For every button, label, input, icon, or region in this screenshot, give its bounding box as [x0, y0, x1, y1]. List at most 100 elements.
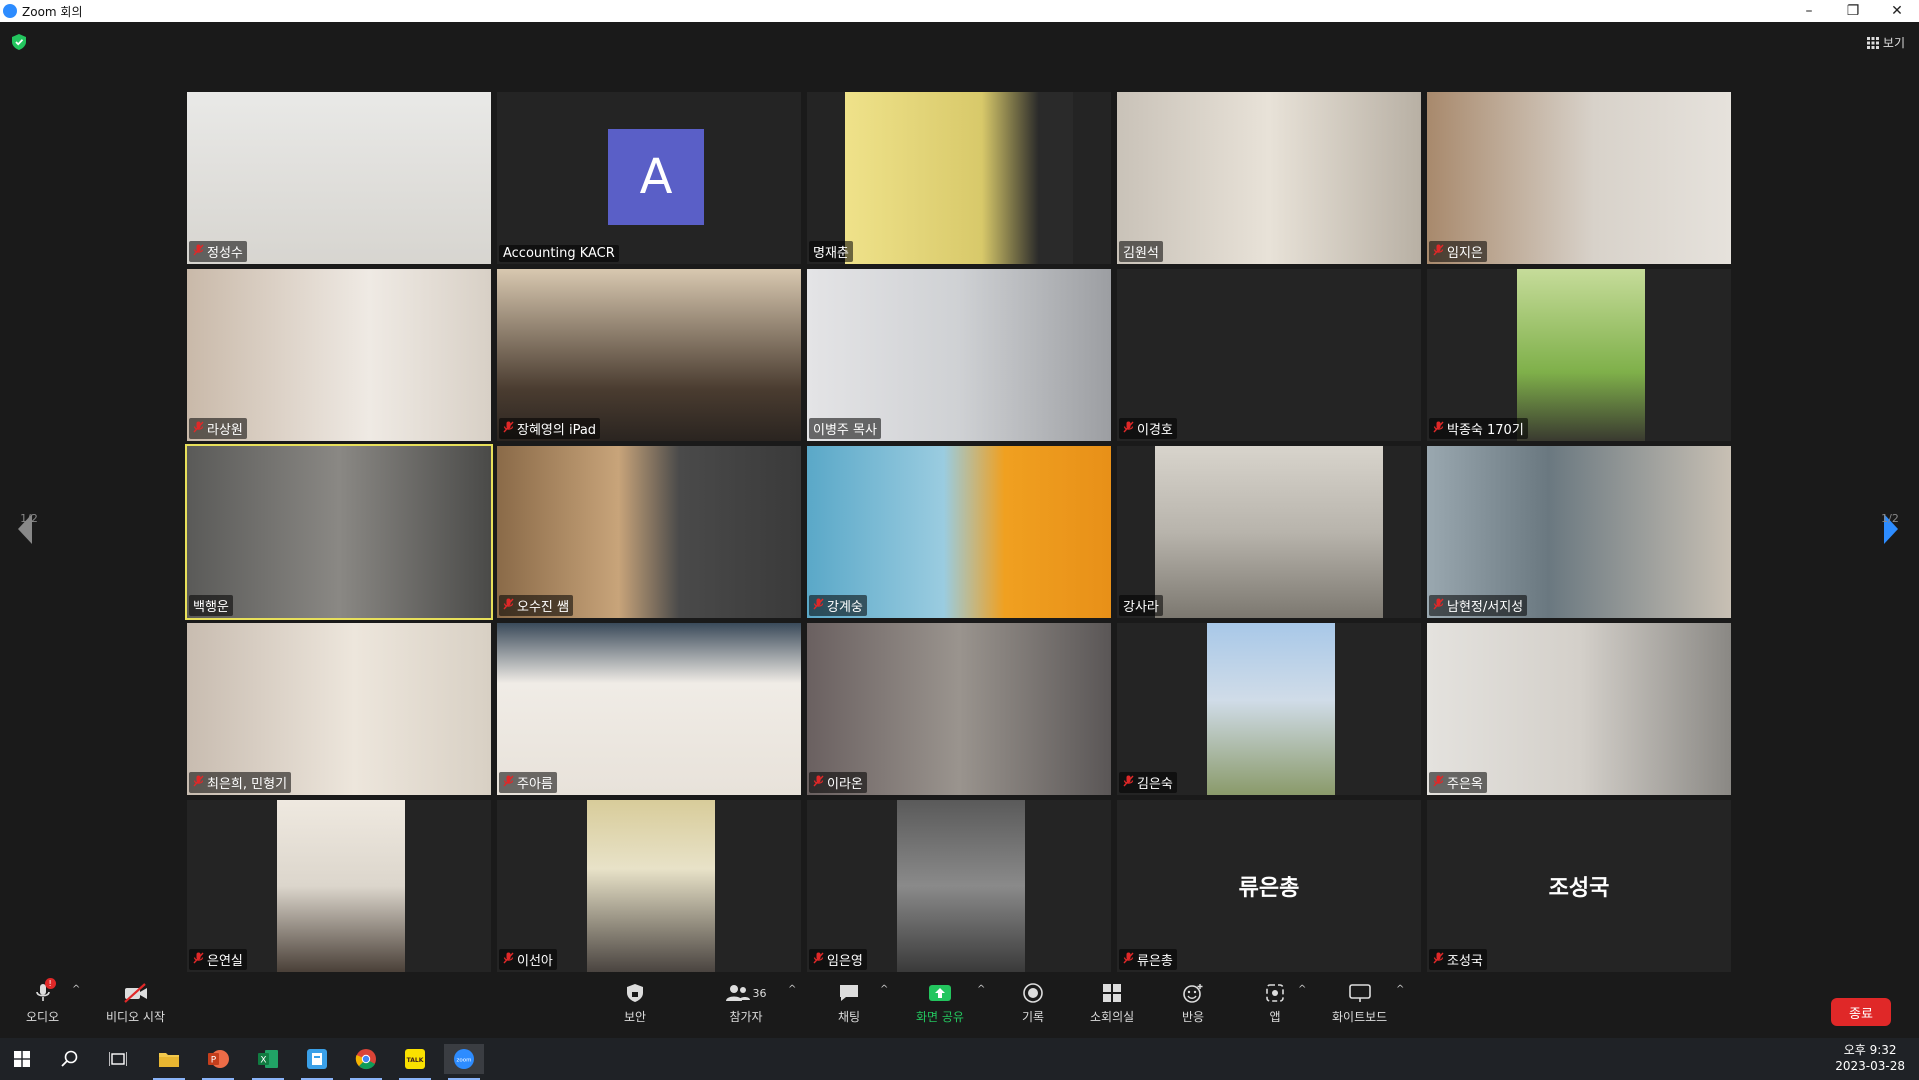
- participant-name: 주아름: [517, 777, 553, 792]
- close-button[interactable]: ✕: [1875, 0, 1919, 22]
- muted-microphone-icon: [193, 421, 204, 437]
- participant-nameplate: 이병주 목사: [809, 418, 881, 439]
- participant-nameplate: 임은영: [809, 949, 867, 970]
- whiteboard-options-caret-icon[interactable]: ^: [1396, 984, 1404, 995]
- participant-tile[interactable]: 이경호: [1117, 269, 1421, 441]
- excel-icon[interactable]: X: [248, 1044, 288, 1080]
- participant-name: 조성국: [1447, 954, 1483, 969]
- participant-nameplate: 김원석: [1119, 241, 1163, 262]
- chat-label: 채팅: [837, 1010, 861, 1024]
- participant-tile[interactable]: 백행운: [185, 444, 493, 620]
- participant-tile[interactable]: 명재춘: [807, 92, 1111, 264]
- share-screen-label: 화면 공유: [916, 1010, 964, 1024]
- audio-options-caret-icon[interactable]: ^: [72, 984, 80, 995]
- muted-microphone-icon: [1433, 598, 1444, 614]
- participants-options-caret-icon[interactable]: ^: [788, 984, 796, 995]
- share-options-caret-icon[interactable]: ^: [977, 984, 985, 995]
- chat-options-caret-icon[interactable]: ^: [880, 984, 888, 995]
- participant-video: [1207, 623, 1335, 795]
- participant-tile[interactable]: 이라온: [807, 623, 1111, 795]
- participant-tile[interactable]: 류은총 류은총: [1117, 800, 1421, 972]
- encryption-shield-icon[interactable]: [12, 34, 26, 50]
- minimize-button[interactable]: –: [1787, 0, 1831, 22]
- participant-name: 김원석: [1123, 246, 1159, 261]
- participant-nameplate: 임지은: [1429, 241, 1487, 262]
- reactions-button[interactable]: 반응: [1180, 982, 1206, 1025]
- system-clock[interactable]: 오후 9:32 2023-03-28: [1835, 1042, 1905, 1074]
- record-button[interactable]: 기록: [1020, 982, 1046, 1025]
- apps-icon: [1262, 982, 1288, 1004]
- participant-name: 이라온: [827, 777, 863, 792]
- start-video-button[interactable]: 비디오 시작: [106, 982, 165, 1025]
- apps-button[interactable]: 앱: [1262, 982, 1288, 1025]
- whiteboard-button[interactable]: 화이트보드: [1332, 982, 1387, 1025]
- participant-video: [187, 269, 491, 441]
- participant-nameplate: 강계숭: [809, 595, 867, 616]
- participant-tile[interactable]: 강계숭: [807, 446, 1111, 618]
- participant-tile[interactable]: 조성국 조성국: [1427, 800, 1731, 972]
- participant-tile[interactable]: A Accounting KACR: [497, 92, 801, 264]
- participant-nameplate: 주은옥: [1429, 772, 1487, 793]
- clock-date: 2023-03-28: [1835, 1059, 1905, 1073]
- participant-nameplate: 조성국: [1429, 949, 1487, 970]
- task-view-icon[interactable]: [98, 1044, 138, 1074]
- participant-tile[interactable]: 라상원: [187, 269, 491, 441]
- kakaotalk-icon[interactable]: TALK: [395, 1044, 435, 1080]
- security-button[interactable]: 보안: [622, 982, 648, 1025]
- chat-button[interactable]: 채팅: [836, 982, 862, 1025]
- participant-tile[interactable]: 은연실: [187, 800, 491, 972]
- page-indicator-right: 1/2: [1881, 512, 1899, 525]
- participant-tile[interactable]: 강사라: [1117, 446, 1421, 618]
- participant-tile[interactable]: 이선아: [497, 800, 801, 972]
- participant-nameplate: 김은숙: [1119, 772, 1177, 793]
- windows-taskbar: P X TALK zoom 오후 9:32 2023-03-28: [0, 1038, 1919, 1080]
- breakout-rooms-icon: [1099, 982, 1125, 1004]
- participant-nameplate: 류은총: [1119, 949, 1177, 970]
- participant-name: 강사라: [1123, 600, 1159, 615]
- participant-name: 백행운: [193, 600, 229, 615]
- window-titlebar: Zoom 회의 – ❐ ✕: [0, 0, 1919, 22]
- search-icon[interactable]: [50, 1044, 90, 1074]
- apps-options-caret-icon[interactable]: ^: [1298, 984, 1306, 995]
- participant-nameplate: 남현정/서지성: [1429, 595, 1528, 616]
- svg-text:P: P: [211, 1056, 217, 1066]
- zoom-taskbar-icon[interactable]: zoom: [444, 1044, 484, 1080]
- file-explorer-icon[interactable]: [149, 1044, 189, 1080]
- muted-microphone-icon: [1433, 775, 1444, 791]
- participants-button[interactable]: 36 참가자: [720, 982, 772, 1025]
- participant-nameplate: 장혜영의 iPad: [499, 418, 601, 439]
- participant-tile[interactable]: 장혜영의 iPad: [497, 269, 801, 441]
- participant-tile[interactable]: 임지은: [1427, 92, 1731, 264]
- chrome-icon[interactable]: [346, 1044, 386, 1080]
- participant-tile[interactable]: 김은숙: [1117, 623, 1421, 795]
- view-button[interactable]: 보기: [1866, 34, 1905, 51]
- restore-button[interactable]: ❐: [1831, 0, 1875, 22]
- participant-tile[interactable]: 남현정/서지성: [1427, 446, 1731, 618]
- microphone-icon: !: [30, 978, 56, 1004]
- window-title: Zoom 회의: [22, 4, 83, 19]
- participant-tile[interactable]: 주아름: [497, 623, 801, 795]
- participant-tile[interactable]: 임은영: [807, 800, 1111, 972]
- participant-tile[interactable]: 박종숙 170기: [1427, 269, 1731, 441]
- participant-video: [1155, 446, 1383, 618]
- end-meeting-button[interactable]: 종료: [1831, 998, 1891, 1026]
- participant-tile[interactable]: 김원석: [1117, 92, 1421, 264]
- participants-count: 36: [752, 986, 767, 1000]
- record-label: 기록: [1021, 1010, 1045, 1024]
- participant-tile[interactable]: 오수진 쌤: [497, 446, 801, 618]
- participant-tile[interactable]: 정성수: [187, 92, 491, 264]
- muted-microphone-icon: [813, 598, 824, 614]
- app-icon-blue[interactable]: [297, 1044, 337, 1080]
- breakout-rooms-button[interactable]: 소회의실: [1090, 982, 1134, 1025]
- participant-tile[interactable]: 최은희, 민형기: [187, 623, 491, 795]
- audio-button[interactable]: ! 오디오: [26, 978, 59, 1025]
- participant-tile[interactable]: 주은옥: [1427, 623, 1731, 795]
- participant-display-name: 류은총: [1238, 876, 1300, 901]
- whiteboard-icon: [1347, 982, 1373, 1004]
- share-screen-button[interactable]: 화면 공유: [916, 982, 964, 1025]
- meeting-toolbar: ! 오디오 ^ 비디오 시작 보안 36 참가자 ^ 채팅 ^ 화면 공유 ^ …: [0, 976, 1919, 1038]
- participant-tile[interactable]: 이병주 목사: [807, 269, 1111, 441]
- windows-start-icon[interactable]: [2, 1044, 42, 1074]
- powerpoint-icon[interactable]: P: [198, 1044, 238, 1080]
- grid-view-icon: [1866, 36, 1879, 49]
